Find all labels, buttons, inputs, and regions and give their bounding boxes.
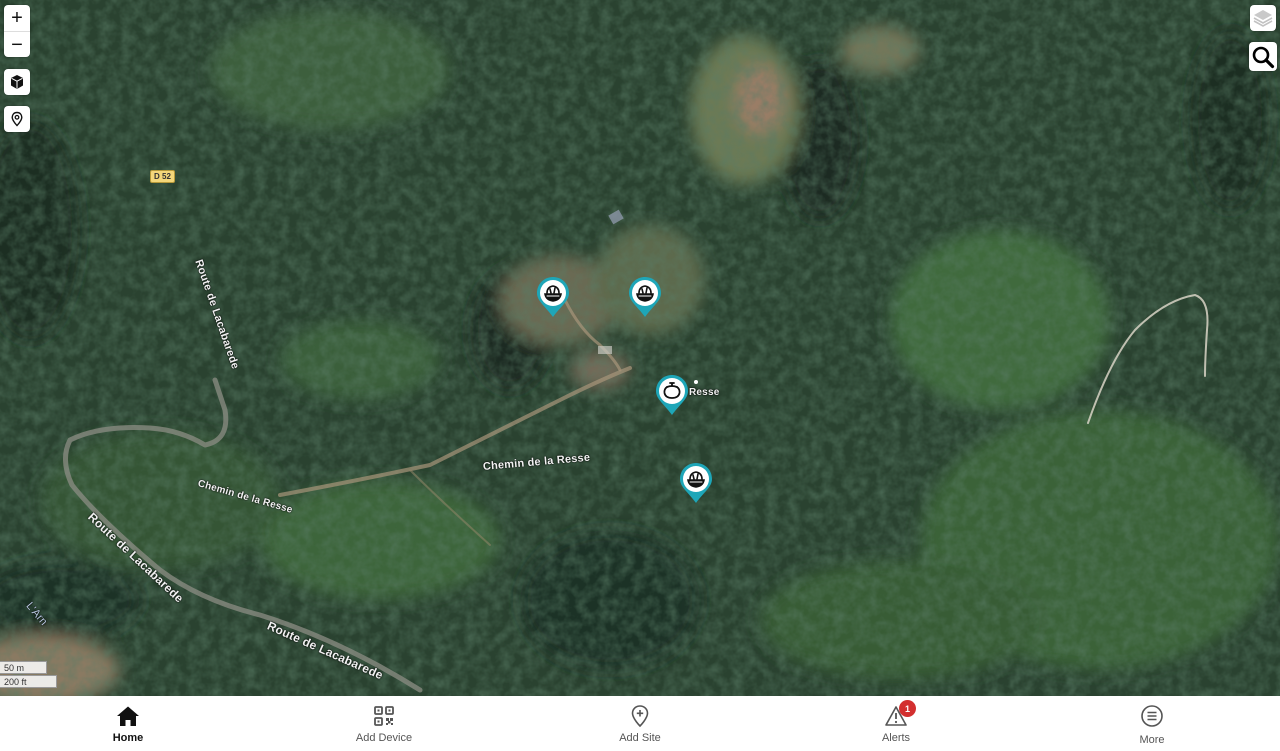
satellite-map[interactable]: + − D 52 Route de Lacabarede Chemin de l…	[0, 0, 1280, 696]
search-button[interactable]	[1249, 42, 1277, 71]
alerts-badge: 1	[899, 700, 916, 717]
tab-label: Add Site	[619, 732, 661, 744]
scale-metric: 50 m	[0, 661, 47, 674]
tab-label: More	[1139, 734, 1165, 746]
locate-button[interactable]	[4, 106, 30, 132]
home-icon	[117, 706, 139, 726]
place-label-resse: Resse	[689, 387, 720, 398]
location-pin-icon	[11, 111, 23, 127]
tab-alerts[interactable]: 1 Alerts	[768, 696, 1024, 751]
bottom-tab-bar: Home Add Device Add Site 1 Alerts More	[0, 696, 1280, 751]
marker-pin	[537, 277, 569, 317]
marker-pin	[656, 375, 688, 415]
poi-dot	[694, 380, 698, 384]
3d-view-button[interactable]	[4, 69, 30, 95]
app: + − D 52 Route de Lacabarede Chemin de l…	[0, 0, 1280, 751]
map-imagery	[0, 0, 1280, 696]
road-shield-d52: D 52	[150, 170, 175, 183]
cube-icon	[11, 75, 23, 89]
qr-code-icon	[374, 706, 394, 726]
tab-add-site[interactable]: Add Site	[512, 696, 768, 751]
device-marker-bowl-1[interactable]	[536, 276, 570, 318]
tab-add-device[interactable]: Add Device	[256, 696, 512, 751]
tab-home[interactable]: Home	[0, 696, 256, 751]
zoom-in-button[interactable]: +	[4, 5, 30, 31]
layers-icon	[1253, 10, 1273, 27]
site-marker-pot[interactable]	[655, 374, 689, 416]
zoom-controls: + −	[4, 5, 30, 57]
scale-imperial: 200 ft	[0, 675, 57, 688]
tab-label: Alerts	[881, 732, 911, 744]
marker-pin	[680, 463, 712, 503]
tab-more[interactable]: More	[1024, 696, 1280, 751]
marker-pin	[629, 277, 661, 317]
device-marker-bowl-2[interactable]	[628, 276, 662, 318]
add-location-icon	[631, 705, 649, 728]
search-icon	[1252, 46, 1275, 68]
tab-label: Home	[112, 732, 144, 744]
tab-label: Add Device	[355, 732, 413, 744]
layers-button[interactable]	[1250, 5, 1276, 31]
zoom-out-button[interactable]: −	[4, 31, 30, 57]
menu-circle-icon	[1141, 705, 1163, 727]
device-marker-bowl-3[interactable]	[679, 462, 713, 504]
